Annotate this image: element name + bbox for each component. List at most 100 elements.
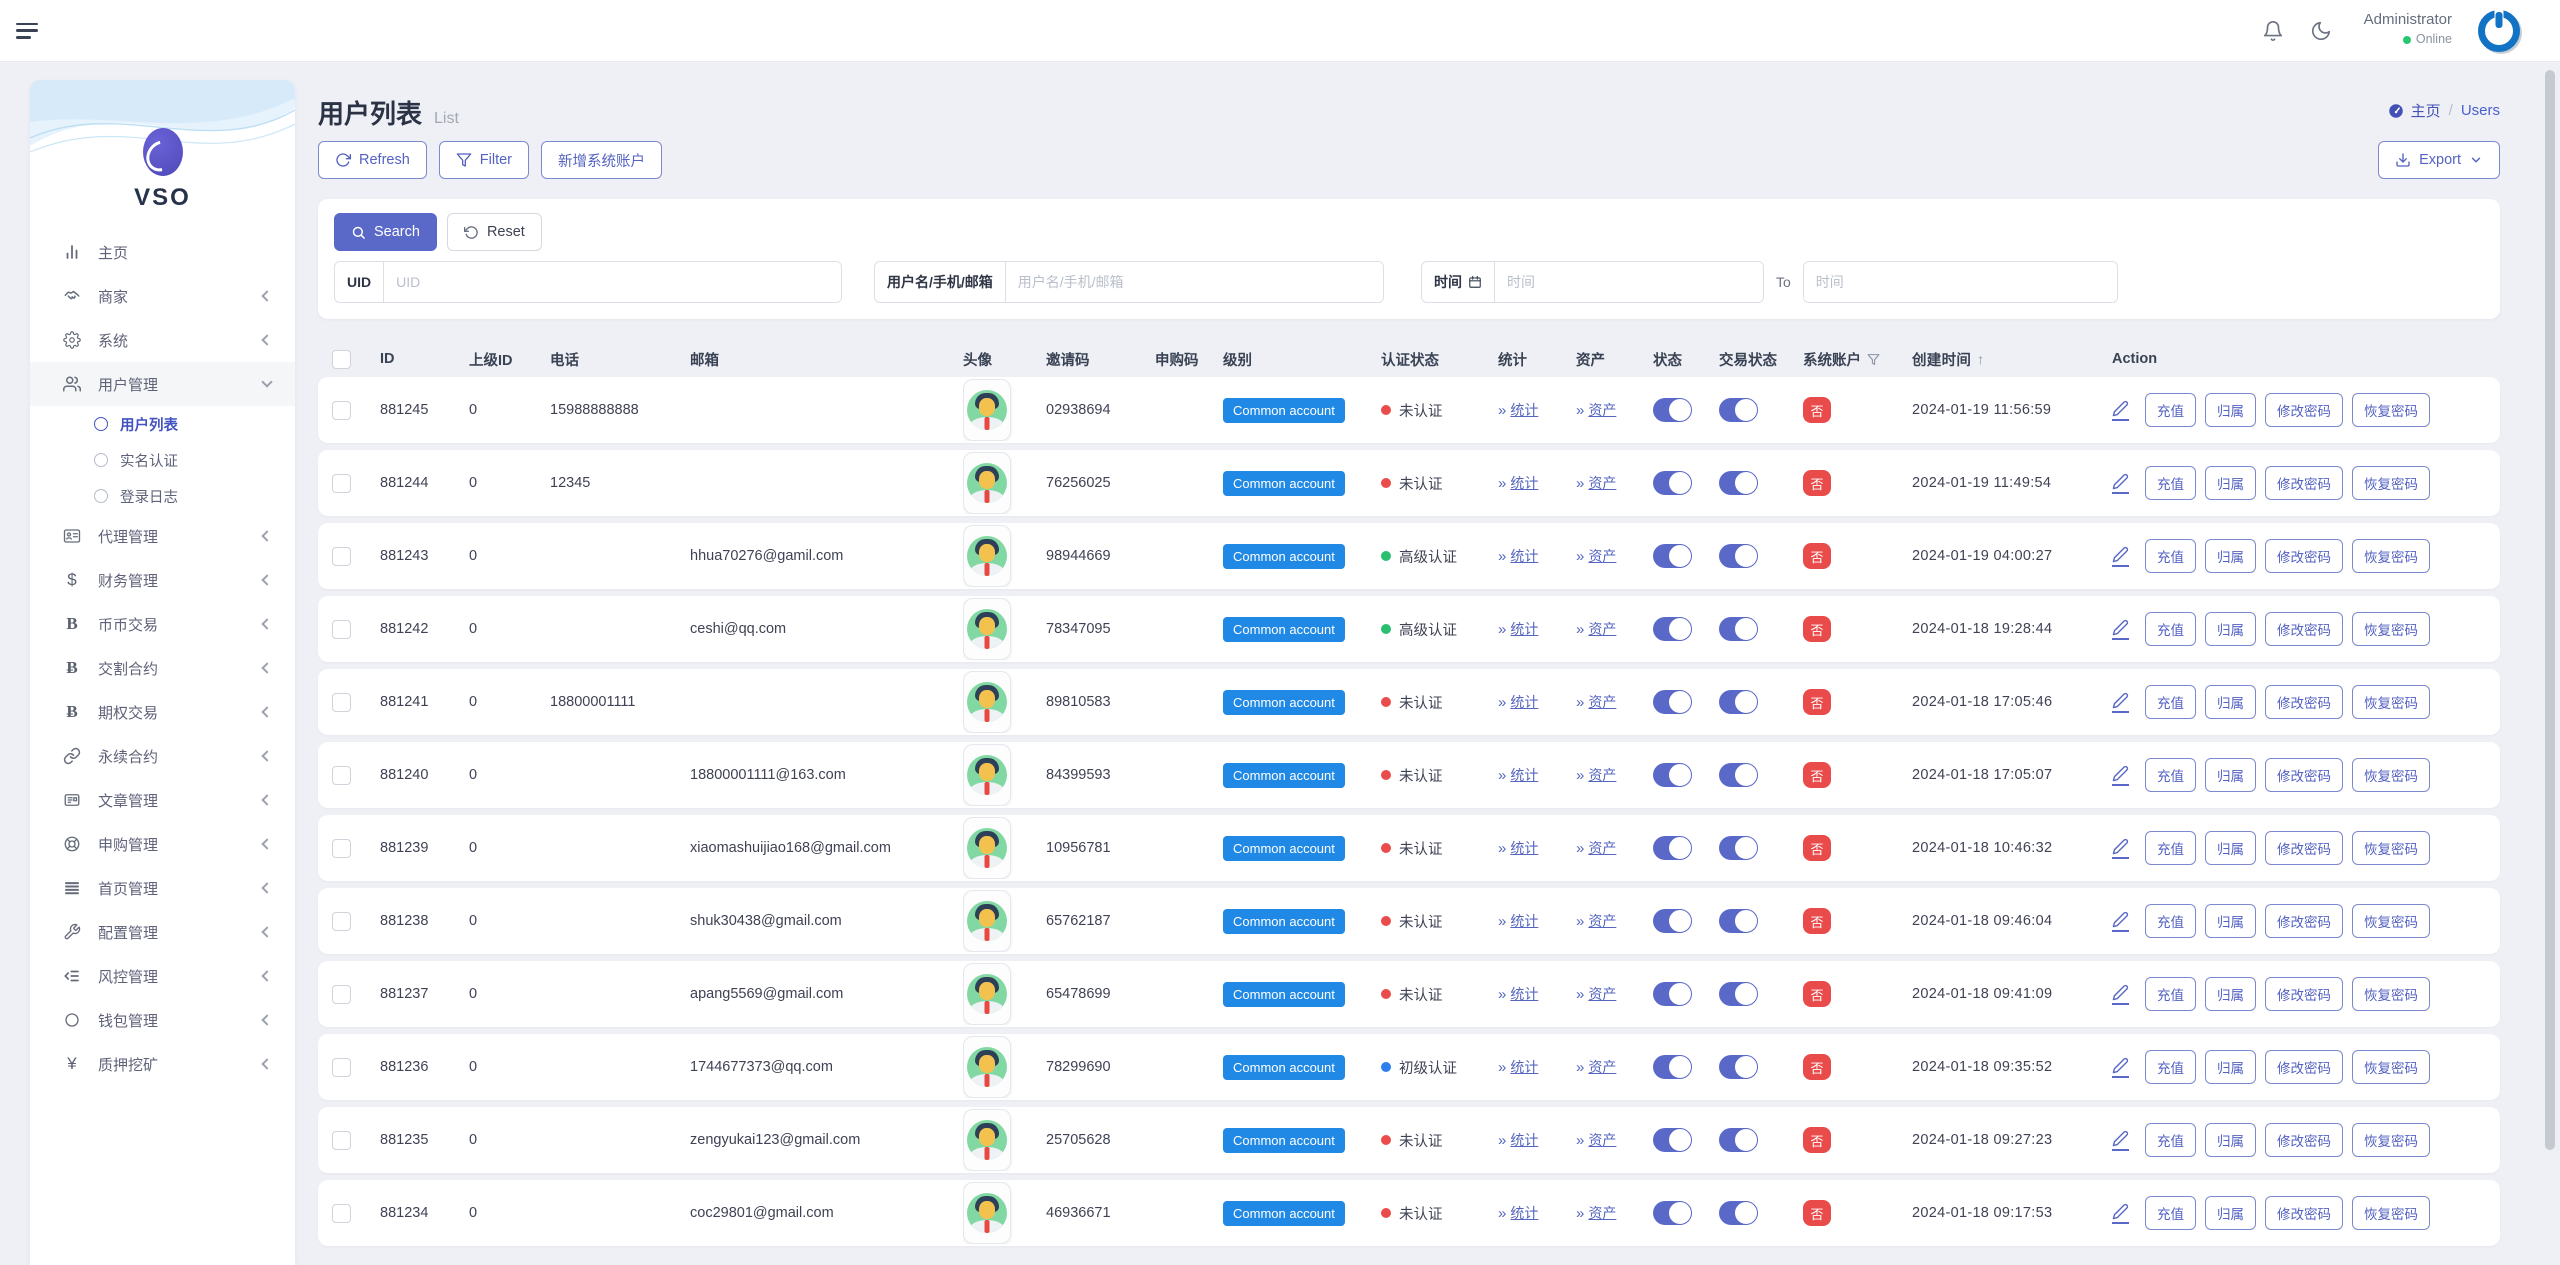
recover-password-button[interactable]: 恢复密码: [2352, 977, 2430, 1011]
recover-password-button[interactable]: 恢复密码: [2352, 1123, 2430, 1157]
row-checkbox[interactable]: [332, 911, 351, 931]
select-all-checkbox[interactable]: [332, 349, 351, 369]
search-button[interactable]: Search: [334, 213, 437, 251]
edit-icon[interactable]: [2112, 838, 2129, 859]
stats-link[interactable]: » 统计: [1498, 1130, 1538, 1150]
recover-password-button[interactable]: 恢复密码: [2352, 612, 2430, 646]
hamburger-menu-icon[interactable]: [16, 22, 38, 39]
ownership-button[interactable]: 归属: [2205, 977, 2256, 1011]
ownership-button[interactable]: 归属: [2205, 466, 2256, 500]
status-toggle[interactable]: [1653, 982, 1692, 1006]
export-button[interactable]: Export: [2378, 141, 2500, 179]
trade-status-toggle[interactable]: [1719, 763, 1758, 787]
sidebar-item-merchant[interactable]: 商家: [30, 274, 295, 318]
column-filter-icon[interactable]: [1867, 353, 1880, 366]
stats-link[interactable]: » 统计: [1498, 400, 1538, 420]
sidebar-item-subscription-management[interactable]: 申购管理: [30, 822, 295, 866]
assets-link[interactable]: » 资产: [1576, 1057, 1616, 1077]
recover-password-button[interactable]: 恢复密码: [2352, 685, 2430, 719]
sort-ascending-icon[interactable]: ↑: [1977, 351, 1984, 367]
edit-icon[interactable]: [2112, 546, 2129, 567]
status-toggle[interactable]: [1653, 398, 1692, 422]
assets-link[interactable]: » 资产: [1576, 692, 1616, 712]
recharge-button[interactable]: 充值: [2145, 758, 2196, 792]
recharge-button[interactable]: 充值: [2145, 539, 2196, 573]
notification-bell-icon[interactable]: [2262, 20, 2284, 42]
trade-status-toggle[interactable]: [1719, 836, 1758, 860]
sidebar-item-home[interactable]: 主页: [30, 230, 295, 274]
sidebar-subitem-real-name-auth[interactable]: 实名认证: [30, 442, 295, 478]
change-password-button[interactable]: 修改密码: [2265, 1123, 2343, 1157]
stats-link[interactable]: » 统计: [1498, 1057, 1538, 1077]
trade-status-toggle[interactable]: [1719, 1201, 1758, 1225]
sidebar-item-spot-trade[interactable]: B 币币交易: [30, 602, 295, 646]
recharge-button[interactable]: 充值: [2145, 1123, 2196, 1157]
row-checkbox[interactable]: [332, 400, 351, 420]
stats-link[interactable]: » 统计: [1498, 473, 1538, 493]
trade-status-toggle[interactable]: [1719, 690, 1758, 714]
change-password-button[interactable]: 修改密码: [2265, 1050, 2343, 1084]
assets-link[interactable]: » 资产: [1576, 473, 1616, 493]
row-checkbox[interactable]: [332, 619, 351, 639]
edit-icon[interactable]: [2112, 984, 2129, 1005]
recover-password-button[interactable]: 恢复密码: [2352, 758, 2430, 792]
recharge-button[interactable]: 充值: [2145, 904, 2196, 938]
change-password-button[interactable]: 修改密码: [2265, 904, 2343, 938]
assets-link[interactable]: » 资产: [1576, 765, 1616, 785]
stats-link[interactable]: » 统计: [1498, 765, 1538, 785]
stats-link[interactable]: » 统计: [1498, 984, 1538, 1004]
avatar[interactable]: [2478, 9, 2520, 52]
sidebar-item-perpetual-contract[interactable]: 永续合约: [30, 734, 295, 778]
change-password-button[interactable]: 修改密码: [2265, 539, 2343, 573]
row-checkbox[interactable]: [332, 692, 351, 712]
sidebar-item-config-management[interactable]: 配置管理: [30, 910, 295, 954]
assets-link[interactable]: » 资产: [1576, 1130, 1616, 1150]
add-system-account-button[interactable]: 新增系统账户: [541, 141, 663, 179]
row-checkbox[interactable]: [332, 1203, 351, 1223]
trade-status-toggle[interactable]: [1719, 398, 1758, 422]
breadcrumb-home-link[interactable]: 主页: [2387, 100, 2441, 121]
stats-link[interactable]: » 统计: [1498, 619, 1538, 639]
trade-status-toggle[interactable]: [1719, 544, 1758, 568]
ownership-button[interactable]: 归属: [2205, 1196, 2256, 1230]
assets-link[interactable]: » 资产: [1576, 984, 1616, 1004]
recover-password-button[interactable]: 恢复密码: [2352, 466, 2430, 500]
row-checkbox[interactable]: [332, 1130, 351, 1150]
time-to-input[interactable]: [1803, 262, 2117, 302]
recharge-button[interactable]: 充值: [2145, 1050, 2196, 1084]
stats-link[interactable]: » 统计: [1498, 692, 1538, 712]
status-toggle[interactable]: [1653, 544, 1692, 568]
ownership-button[interactable]: 归属: [2205, 758, 2256, 792]
uid-input[interactable]: [384, 262, 841, 302]
sidebar-item-option-trade[interactable]: Ƀ 期权交易: [30, 690, 295, 734]
sidebar-item-article-management[interactable]: 文章管理: [30, 778, 295, 822]
change-password-button[interactable]: 修改密码: [2265, 1196, 2343, 1230]
ownership-button[interactable]: 归属: [2205, 904, 2256, 938]
assets-link[interactable]: » 资产: [1576, 911, 1616, 931]
ownership-button[interactable]: 归属: [2205, 831, 2256, 865]
ownership-button[interactable]: 归属: [2205, 685, 2256, 719]
row-checkbox[interactable]: [332, 1057, 351, 1077]
recharge-button[interactable]: 充值: [2145, 1196, 2196, 1230]
assets-link[interactable]: » 资产: [1576, 400, 1616, 420]
time-from-input[interactable]: [1495, 262, 1763, 302]
reset-button[interactable]: Reset: [446, 213, 542, 251]
sidebar-item-homepage-management[interactable]: 首页管理: [30, 866, 295, 910]
change-password-button[interactable]: 修改密码: [2265, 466, 2343, 500]
row-checkbox[interactable]: [332, 546, 351, 566]
edit-icon[interactable]: [2112, 1130, 2129, 1151]
status-toggle[interactable]: [1653, 471, 1692, 495]
sidebar-item-wallet-management[interactable]: 钱包管理: [30, 998, 295, 1042]
recover-password-button[interactable]: 恢复密码: [2352, 1196, 2430, 1230]
assets-link[interactable]: » 资产: [1576, 546, 1616, 566]
recharge-button[interactable]: 充值: [2145, 685, 2196, 719]
change-password-button[interactable]: 修改密码: [2265, 977, 2343, 1011]
stats-link[interactable]: » 统计: [1498, 546, 1538, 566]
sidebar-item-user-management[interactable]: 用户管理 用户列表 实名认证 登录日志: [30, 362, 295, 514]
edit-icon[interactable]: [2112, 1057, 2129, 1078]
sidebar-subitem-login-log[interactable]: 登录日志: [30, 478, 295, 514]
edit-icon[interactable]: [2112, 400, 2129, 421]
recharge-button[interactable]: 充值: [2145, 977, 2196, 1011]
header-created-at[interactable]: 创建时间 ↑: [1912, 349, 2112, 370]
assets-link[interactable]: » 资产: [1576, 1203, 1616, 1223]
